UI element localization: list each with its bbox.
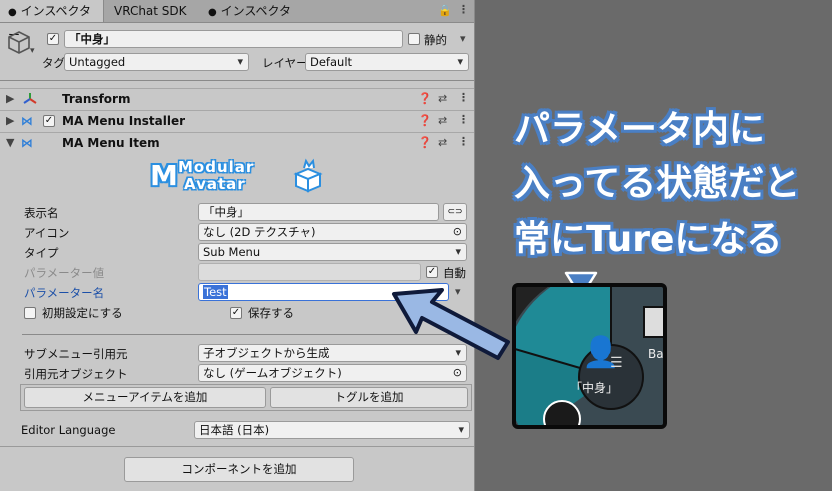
- editor-language-dropdown[interactable]: 日本語 (日本): [194, 421, 470, 439]
- arrow-icon: [392, 288, 510, 360]
- preset-icon[interactable]: ⇄: [438, 92, 447, 105]
- parameter-value-label: パラメーター値: [24, 266, 105, 280]
- help-icon[interactable]: ❓: [418, 136, 432, 149]
- transform-icon: [22, 91, 38, 110]
- modular-avatar-logo: M Modular Avatar: [150, 156, 330, 198]
- kebab-menu-icon[interactable]: ⋮: [458, 135, 469, 148]
- divider: [0, 446, 474, 447]
- help-icon[interactable]: ❓: [418, 114, 432, 127]
- layer-dropdown[interactable]: Default: [305, 53, 469, 71]
- preset-icon[interactable]: ⇄: [438, 136, 447, 149]
- callout-line-1: パラメータ内に: [514, 109, 765, 150]
- type-label: タイプ: [24, 246, 59, 260]
- callout-line-3: 常にTureになる: [514, 219, 783, 260]
- component-title: MA Menu Item: [62, 136, 160, 150]
- ma-icon: ⋈: [21, 136, 33, 150]
- info-icon: ●: [208, 7, 217, 18]
- auto-label: 自動: [443, 266, 466, 280]
- save-label: 保存する: [248, 306, 294, 320]
- object-picker-icon[interactable]: ⊙: [453, 224, 462, 240]
- tag-label: タグ: [42, 56, 65, 70]
- logo-box-cat-icon: [293, 158, 323, 193]
- list-icon: ☰: [610, 355, 623, 371]
- tab-inspector[interactable]: ● インスペクター: [0, 0, 104, 42]
- kebab-menu-icon[interactable]: ⋮: [458, 91, 469, 104]
- source-object-label: 引用元オブジェクト: [24, 367, 128, 381]
- radial-menu-preview: 👤 ☰ 「中身」 Ba: [512, 283, 667, 429]
- tab-inspector-2[interactable]: ● インスペクター: [200, 0, 304, 42]
- info-icon: ●: [8, 7, 17, 18]
- save-checkbox[interactable]: ✓: [230, 307, 242, 319]
- static-label: 静的: [424, 33, 447, 47]
- link-icon[interactable]: ⊂⊃: [443, 203, 467, 221]
- enabled-checkbox[interactable]: ✓: [43, 115, 55, 127]
- component-ma-menu-item[interactable]: ▼ ⋈ MA Menu Item ❓ ⇄ ⋮: [0, 132, 474, 154]
- gameobject-cube-icon: [6, 30, 32, 59]
- display-name-label: 表示名: [24, 206, 59, 220]
- lock-icon[interactable]: 🔒: [438, 4, 452, 17]
- object-name-field[interactable]: 「中身」: [64, 30, 403, 48]
- inspector-panel: ● インスペクター VRChat SDK ● インスペクター 🔒 ⋮ ▾ ✓ 「…: [0, 0, 475, 491]
- add-menu-item-button[interactable]: メニューアイテムを追加: [24, 387, 266, 408]
- chevron-down-icon[interactable]: ▾: [30, 46, 35, 56]
- expand-arrow-icon[interactable]: ▶: [6, 114, 14, 127]
- sub-menu-source-label: サブメニュー引用元: [24, 347, 128, 361]
- static-dropdown-icon[interactable]: ▾: [460, 32, 466, 45]
- help-icon[interactable]: ❓: [418, 92, 432, 105]
- collapse-arrow-icon[interactable]: ▼: [6, 136, 14, 149]
- parameter-name-label: パラメーター名: [24, 286, 105, 300]
- initial-setting-label: 初期設定にする: [42, 306, 123, 320]
- icon-label: アイコン: [24, 226, 70, 240]
- tag-dropdown[interactable]: Untagged: [64, 53, 249, 71]
- ma-icon: ⋈: [21, 114, 33, 128]
- divider: [0, 80, 474, 81]
- component-transform[interactable]: ▶ Transform ❓ ⇄ ⋮: [0, 88, 474, 110]
- component-title: Transform: [62, 92, 131, 106]
- add-toggle-button[interactable]: トグルを追加: [270, 387, 468, 408]
- display-name-field[interactable]: 「中身」: [198, 203, 439, 221]
- tab-vrchat-sdk[interactable]: VRChat SDK: [106, 0, 198, 22]
- expand-arrow-icon[interactable]: ▶: [6, 92, 14, 105]
- radial-side-label: Ba: [648, 347, 664, 361]
- parameter-value-field: [198, 263, 421, 281]
- component-ma-menu-installer[interactable]: ▶ ⋈ ✓ MA Menu Installer ❓ ⇄ ⋮: [0, 110, 474, 132]
- component-title: MA Menu Installer: [62, 114, 186, 128]
- editor-language-label: Editor Language: [21, 423, 116, 437]
- add-component-button[interactable]: コンポーネントを追加: [124, 457, 354, 482]
- preset-icon[interactable]: ⇄: [438, 114, 447, 127]
- static-checkbox[interactable]: [408, 33, 420, 45]
- icon-object-field[interactable]: なし (2D テクスチャ) ⊙: [198, 223, 467, 241]
- layer-label: レイヤー: [262, 56, 308, 70]
- kebab-menu-icon[interactable]: ⋮: [458, 3, 469, 16]
- callout-line-2: 入ってる状態だと: [514, 163, 801, 204]
- radial-item-label: 「中身」: [570, 381, 619, 395]
- type-dropdown[interactable]: Sub Menu: [198, 243, 467, 261]
- kebab-menu-icon[interactable]: ⋮: [458, 113, 469, 126]
- auto-checkbox[interactable]: ✓: [426, 266, 438, 278]
- active-checkbox[interactable]: ✓: [47, 33, 59, 45]
- tab-bar: ● インスペクター VRChat SDK ● インスペクター 🔒 ⋮: [0, 0, 474, 42]
- initial-setting-checkbox[interactable]: [24, 307, 36, 319]
